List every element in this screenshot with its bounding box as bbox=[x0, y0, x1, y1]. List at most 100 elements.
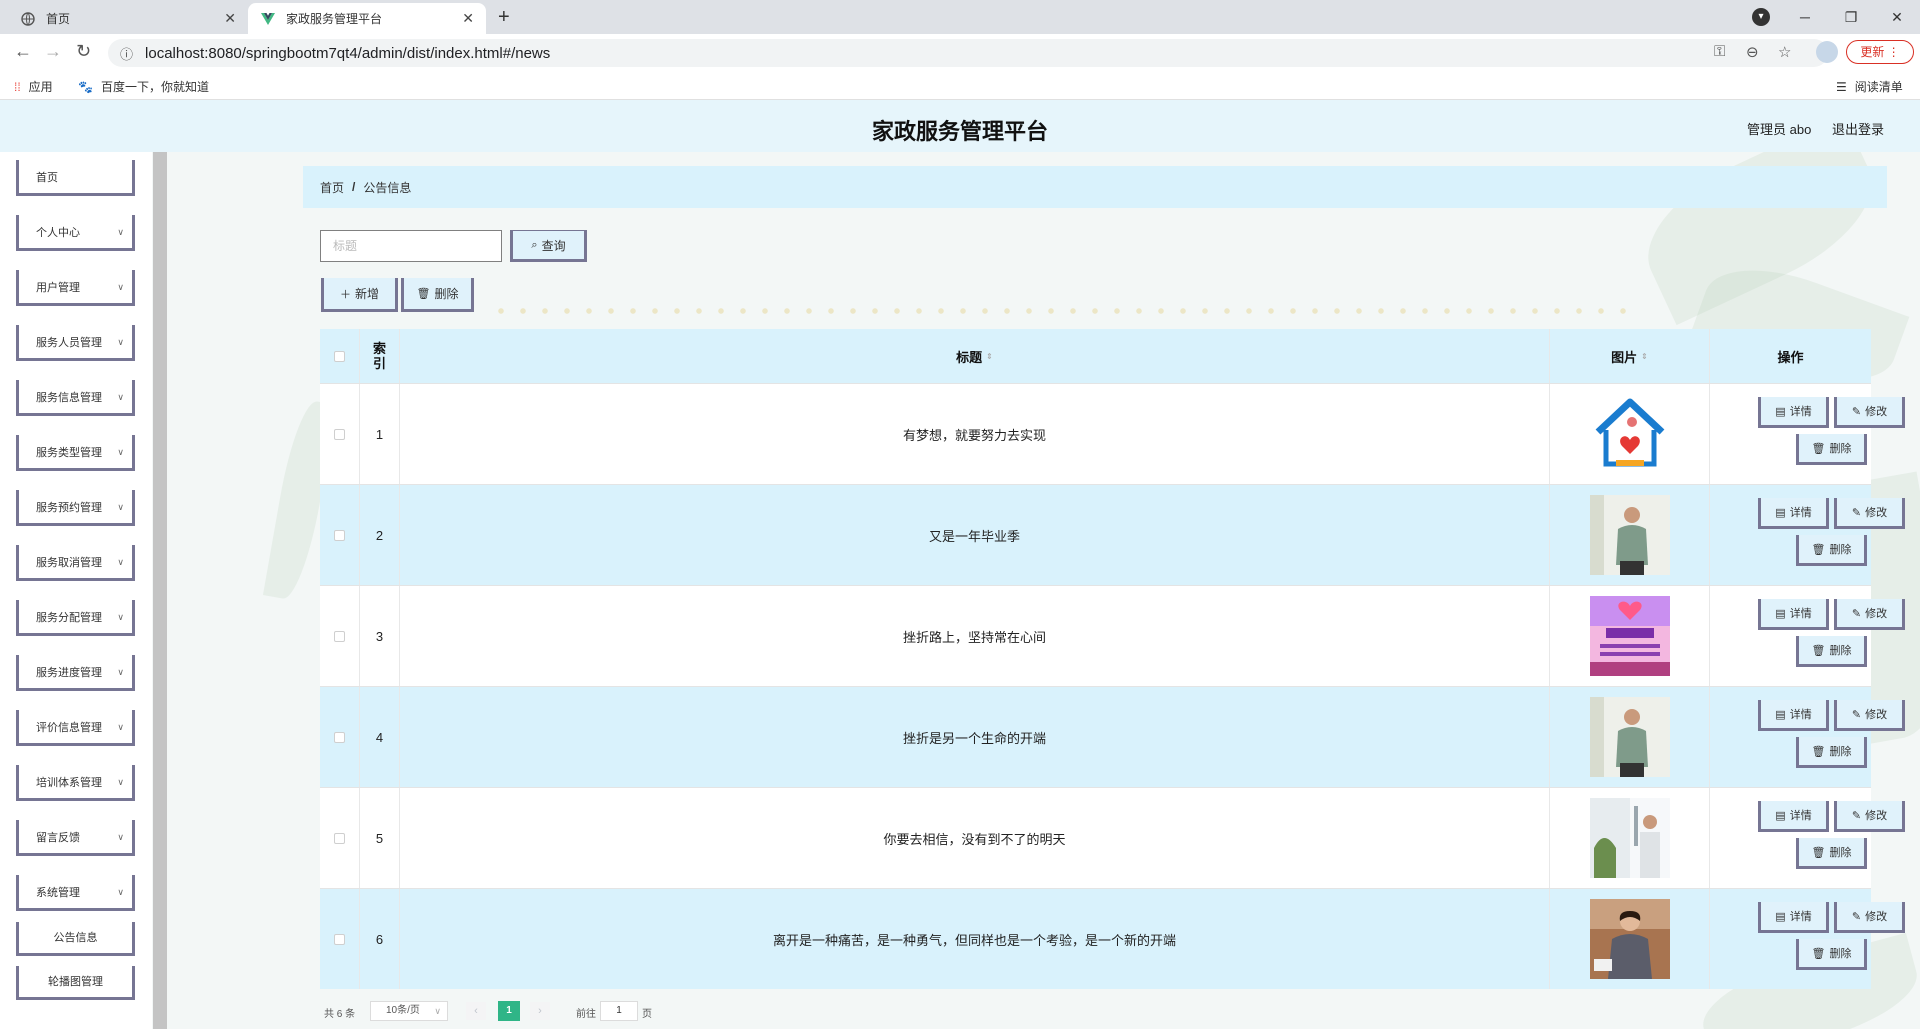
logout-link[interactable]: 退出登录 bbox=[1832, 119, 1884, 138]
sidebar-item-staff[interactable]: 服务人员管理 ∨ bbox=[16, 325, 135, 361]
batch-delete-button[interactable]: 🗑 删除 bbox=[401, 278, 474, 312]
delete-button[interactable]: 🗑 删除 bbox=[1796, 434, 1867, 465]
page-size-select[interactable]: 10条/页 ∨ bbox=[370, 1001, 448, 1021]
sidebar-item-system[interactable]: 系统管理 ∨ bbox=[16, 875, 135, 911]
select-all-checkbox[interactable] bbox=[334, 350, 345, 362]
edit-button[interactable]: ✎ 修改 bbox=[1834, 599, 1905, 630]
row-checkbox[interactable] bbox=[334, 731, 345, 743]
row-checkbox[interactable] bbox=[334, 428, 345, 440]
close-icon[interactable]: ✕ bbox=[462, 10, 474, 27]
sidebar-item-cancellation[interactable]: 服务取消管理 ∨ bbox=[16, 545, 135, 581]
sidebar-item-users[interactable]: 用户管理 ∨ bbox=[16, 270, 135, 306]
sidebar-item-assignment[interactable]: 服务分配管理 ∨ bbox=[16, 600, 135, 636]
row-checkbox[interactable] bbox=[334, 933, 345, 945]
sidebar-item-reviews[interactable]: 评价信息管理 ∨ bbox=[16, 710, 135, 746]
edit-label: 修改 bbox=[1865, 709, 1888, 721]
tab-search-icon[interactable]: ▾ bbox=[1752, 8, 1770, 26]
sidebar-item-feedback[interactable]: 留言反馈 ∨ bbox=[16, 820, 135, 856]
table-row: 3 挫折路上，坚持常在心间 ▤ 详情 ✎ 修改 🗑 删除 bbox=[320, 585, 1905, 686]
detail-button[interactable]: ▤ 详情 bbox=[1758, 498, 1829, 529]
row-checkbox[interactable] bbox=[334, 630, 345, 642]
reading-list[interactable]: ☰ 阅读清单 bbox=[1836, 78, 1903, 95]
update-button[interactable]: 更新 ⋮ bbox=[1846, 40, 1914, 64]
sidebar-scrollbar[interactable] bbox=[153, 152, 167, 1029]
breadcrumb-home[interactable]: 首页 bbox=[320, 179, 344, 196]
row-checkbox[interactable] bbox=[334, 832, 345, 844]
title-search-input[interactable]: 标题 bbox=[320, 230, 502, 262]
minimize-icon[interactable]: ─ bbox=[1782, 9, 1828, 25]
delete-button[interactable]: 🗑 删除 bbox=[1796, 838, 1867, 869]
profile-avatar[interactable] bbox=[1816, 41, 1838, 63]
update-label: 更新 bbox=[1860, 45, 1885, 59]
window-cleaning-photo[interactable] bbox=[1589, 798, 1670, 878]
detail-button[interactable]: ▤ 详情 bbox=[1758, 599, 1829, 630]
restore-icon[interactable]: ❐ bbox=[1828, 9, 1874, 26]
edit-button[interactable]: ✎ 修改 bbox=[1834, 700, 1905, 731]
sidebar-item-home[interactable]: 首页 bbox=[16, 160, 135, 196]
person-photo[interactable] bbox=[1589, 697, 1670, 777]
detail-button[interactable]: ▤ 详情 bbox=[1758, 801, 1829, 832]
star-icon[interactable]: ☆ bbox=[1778, 43, 1791, 61]
header-image-label: 图片 bbox=[1611, 349, 1638, 365]
sidebar-item-label: 服务预约管理 bbox=[36, 501, 102, 514]
browser-tab-home[interactable]: 首页 ✕ bbox=[8, 3, 248, 34]
sort-icon[interactable]: ⇕ bbox=[986, 352, 993, 361]
row-checkbox[interactable] bbox=[334, 529, 345, 541]
sidebar-item-progress[interactable]: 服务进度管理 ∨ bbox=[16, 655, 135, 691]
delete-button[interactable]: 🗑 删除 bbox=[1796, 636, 1867, 667]
zoom-icon[interactable]: ⊖ bbox=[1746, 43, 1759, 61]
delete-button[interactable]: 🗑 删除 bbox=[1796, 737, 1867, 768]
chevron-down-icon: ∨ bbox=[117, 777, 124, 787]
row-image-cell bbox=[1550, 687, 1710, 787]
info-icon[interactable]: ⓘ bbox=[120, 44, 133, 63]
edit-button[interactable]: ✎ 修改 bbox=[1834, 498, 1905, 529]
sidebar-subitem-carousel[interactable]: 轮播图管理 bbox=[16, 966, 135, 1000]
detail-button[interactable]: ▤ 详情 bbox=[1758, 902, 1829, 933]
back-icon[interactable]: ← bbox=[14, 41, 32, 62]
url-field[interactable]: ⓘ localhost:8080/springbootm7qt4/admin/d… bbox=[108, 39, 1828, 67]
add-label: 新增 bbox=[354, 287, 379, 301]
prev-page-icon[interactable]: ‹ bbox=[466, 1002, 486, 1020]
detail-button[interactable]: ▤ 详情 bbox=[1758, 397, 1829, 428]
page-number-current[interactable]: 1 bbox=[498, 1001, 520, 1021]
query-button[interactable]: ⌕ 查询 bbox=[510, 230, 587, 262]
key-icon[interactable]: ⚿ bbox=[1714, 43, 1725, 60]
logo-house-icon[interactable] bbox=[1589, 394, 1670, 474]
sidebar-subitem-announcements[interactable]: 公告信息 bbox=[16, 922, 135, 956]
detail-button[interactable]: ▤ 详情 bbox=[1758, 700, 1829, 731]
header-title[interactable]: 标题 ⇕ bbox=[400, 329, 1550, 383]
browser-tab-active[interactable]: 家政服务管理平台 ✕ bbox=[248, 3, 486, 34]
edit-button[interactable]: ✎ 修改 bbox=[1834, 397, 1905, 428]
bookmark-apps[interactable]: ⁞⁞ 应用 bbox=[14, 78, 53, 95]
new-tab-icon[interactable]: + bbox=[498, 6, 510, 29]
goto-page-input[interactable]: 1 bbox=[600, 1001, 638, 1021]
sidebar-item-appointment[interactable]: 服务预约管理 ∨ bbox=[16, 490, 135, 526]
edit-button[interactable]: ✎ 修改 bbox=[1834, 801, 1905, 832]
forward-icon[interactable]: → bbox=[44, 41, 62, 62]
header-image[interactable]: 图片 ⇕ bbox=[1550, 329, 1710, 383]
bookmark-baidu[interactable]: 🐾 百度一下，你就知道 bbox=[78, 78, 209, 95]
sidebar-item-service-info[interactable]: 服务信息管理 ∨ bbox=[16, 380, 135, 416]
reload-icon[interactable]: ↻ bbox=[76, 41, 91, 62]
chevron-down-icon: ∨ bbox=[117, 612, 124, 622]
delete-label: 删除 bbox=[1829, 746, 1852, 758]
row-actions: ▤ 详情 ✎ 修改 🗑 删除 bbox=[1710, 485, 1905, 585]
poster-photo[interactable] bbox=[1589, 596, 1670, 676]
edit-button[interactable]: ✎ 修改 bbox=[1834, 902, 1905, 933]
next-page-icon[interactable]: › bbox=[530, 1002, 550, 1020]
delete-label: 删除 bbox=[1829, 948, 1852, 960]
sidebar-item-training[interactable]: 培训体系管理 ∨ bbox=[16, 765, 135, 801]
add-button[interactable]: ＋ 新增 bbox=[321, 278, 398, 312]
close-icon[interactable]: ✕ bbox=[224, 10, 236, 27]
detail-label: 详情 bbox=[1789, 911, 1812, 923]
sidebar-item-personal-center[interactable]: 个人中心 ∨ bbox=[16, 215, 135, 251]
delete-label: 删除 bbox=[1829, 544, 1852, 556]
sort-icon[interactable]: ⇕ bbox=[1641, 352, 1648, 361]
person-photo[interactable] bbox=[1589, 495, 1670, 575]
window-close-icon[interactable]: ✕ bbox=[1874, 9, 1920, 26]
delete-button[interactable]: 🗑 删除 bbox=[1796, 939, 1867, 970]
document-icon: ▤ bbox=[1775, 910, 1786, 923]
service-worker-photo[interactable] bbox=[1589, 899, 1670, 979]
delete-button[interactable]: 🗑 删除 bbox=[1796, 535, 1867, 566]
sidebar-item-service-type[interactable]: 服务类型管理 ∨ bbox=[16, 435, 135, 471]
